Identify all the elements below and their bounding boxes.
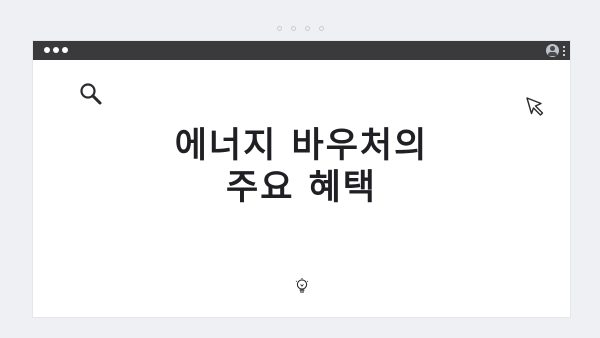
vertical-ellipsis-icon[interactable] (563, 45, 565, 56)
lightbulb-icon (295, 278, 309, 293)
headline: 에너지 바우처의 주요 혜택 (33, 125, 570, 209)
titlebar-actions (546, 44, 565, 57)
cursor-pointer-icon (526, 97, 544, 116)
window-dot-icon[interactable] (44, 47, 50, 53)
headline-line-1: 에너지 바우처의 (174, 126, 429, 166)
browser-window: 에너지 바우처의 주요 혜택 (32, 40, 571, 318)
search-icon (80, 83, 102, 105)
page-dot[interactable] (318, 26, 324, 31)
headline-line-2: 주요 혜택 (226, 168, 377, 208)
user-icon[interactable] (546, 44, 559, 57)
window-titlebar (33, 41, 570, 60)
page-dot[interactable] (276, 26, 282, 31)
page-dot[interactable] (290, 26, 296, 31)
window-dot-icon[interactable] (53, 47, 59, 53)
window-dot-icon[interactable] (62, 47, 68, 53)
window-controls[interactable] (44, 47, 68, 53)
page-dot[interactable] (304, 26, 310, 31)
page-indicator (0, 26, 600, 31)
